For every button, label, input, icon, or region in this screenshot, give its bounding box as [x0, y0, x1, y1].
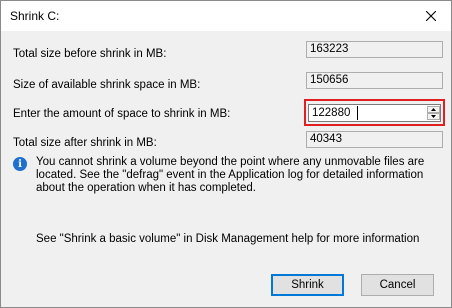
shrink-dialog: Shrink C: Total size before shrink in MB… [0, 0, 452, 308]
total-size-after-label: Total size after shrink in MB: [13, 137, 157, 149]
shrink-amount-highlight: 122880 [304, 99, 445, 126]
available-shrink-space-label: Size of available shrink space in MB: [13, 79, 201, 91]
spin-down-button[interactable] [427, 113, 440, 120]
available-shrink-space-value: 150656 [306, 72, 443, 89]
help-text: See "Shrink a basic volume" in Disk Mana… [36, 233, 420, 245]
shrink-amount-label: Enter the amount of space to shrink in M… [13, 108, 231, 120]
arrow-up-icon [431, 108, 436, 111]
shrink-amount-input[interactable]: 122880 [308, 104, 441, 122]
spin-up-button[interactable] [427, 106, 440, 113]
shrink-button[interactable]: Shrink [271, 274, 344, 296]
arrow-down-icon [431, 115, 436, 118]
info-message: You cannot shrink a volume beyond the po… [36, 156, 425, 194]
total-size-before-value: 163223 [306, 41, 443, 58]
text-caret [357, 106, 358, 120]
title-bar: Shrink C: [1, 1, 451, 31]
close-icon [426, 11, 436, 21]
total-size-before-label: Total size before shrink in MB: [13, 48, 167, 60]
dialog-title: Shrink C: [10, 9, 60, 23]
cancel-button[interactable]: Cancel [361, 274, 434, 296]
info-icon: i [13, 157, 27, 171]
shrink-amount-value: 122880 [312, 107, 351, 119]
total-size-after-value: 40343 [306, 131, 443, 148]
close-button[interactable] [411, 1, 451, 31]
